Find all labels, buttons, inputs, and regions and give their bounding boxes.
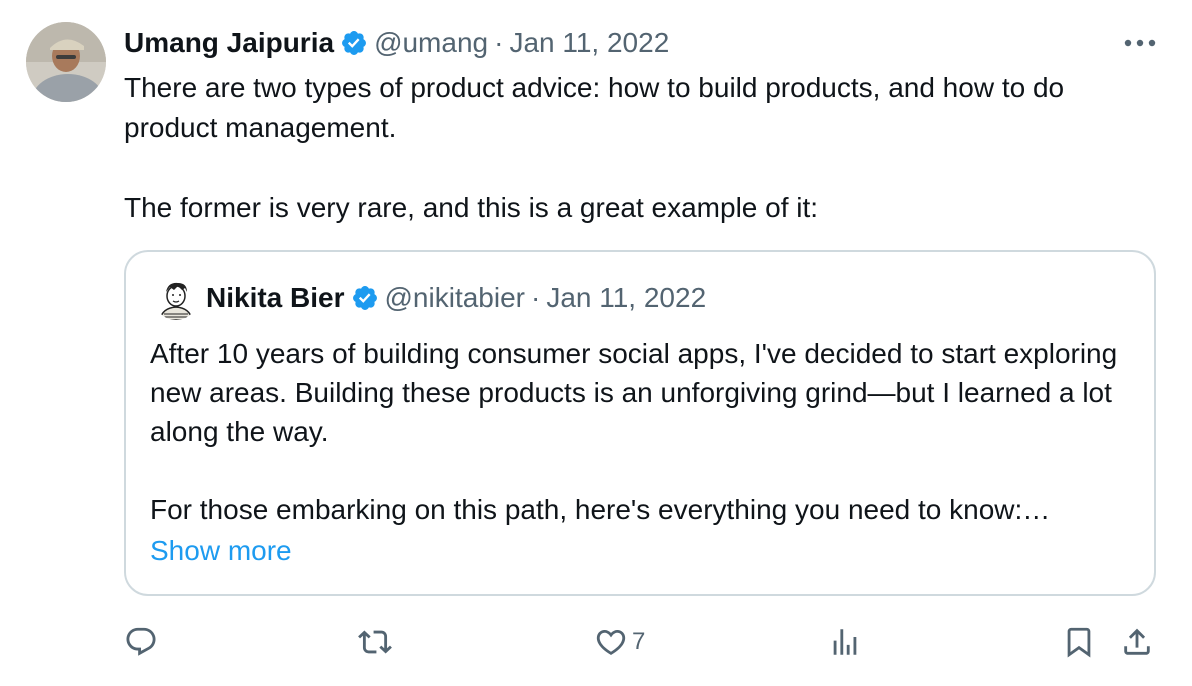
quoted-author-avatar[interactable] — [154, 276, 198, 320]
show-more-link[interactable]: Show more — [150, 535, 292, 567]
like-button[interactable]: 7 — [594, 620, 645, 664]
share-icon — [1124, 628, 1150, 655]
quoted-verified-badge-icon[interactable] — [351, 284, 379, 312]
tweet-text: There are two types of product advice: h… — [124, 72, 1065, 223]
bookmark-button[interactable] — [1062, 620, 1096, 664]
author-photo — [26, 22, 106, 102]
quoted-author-avatar-drawing — [154, 276, 198, 320]
separator-dot: · — [494, 27, 504, 58]
like-count: 7 — [632, 628, 646, 655]
author-name[interactable]: Umang Jaipuria — [124, 27, 334, 59]
reply-icon — [126, 627, 156, 656]
bookmark-icon — [1067, 627, 1091, 658]
author-avatar[interactable] — [26, 22, 106, 102]
quoted-author-handle[interactable]: @nikitabier — [385, 282, 525, 314]
more-options-button[interactable] — [1122, 32, 1158, 54]
quoted-separator-dot: · — [530, 282, 541, 313]
author-handle[interactable]: @umang — [374, 27, 488, 59]
views-icon — [833, 629, 857, 655]
quoted-tweet-date[interactable]: Jan 11, 2022 — [546, 282, 706, 314]
retweet-button[interactable] — [358, 620, 392, 664]
reply-button[interactable] — [124, 620, 158, 664]
quoted-tweet-card[interactable]: Nikita Bier @nikitabier · Jan 11, 2022 A… — [124, 250, 1156, 596]
quoted-author-name[interactable]: Nikita Bier — [206, 282, 345, 314]
share-button[interactable] — [1120, 620, 1154, 664]
tweet-date[interactable]: Jan 11, 2022 — [509, 27, 669, 59]
tweet-header: Umang Jaipuria @umang · Jan 11, 2022 — [124, 24, 669, 62]
verified-badge-icon[interactable] — [340, 29, 368, 57]
heart-icon — [596, 629, 626, 655]
views-button[interactable] — [828, 620, 862, 664]
tweet-actions: 7 — [0, 620, 1192, 664]
retweet-icon — [358, 630, 392, 654]
quoted-tweet-text: After 10 years of building consumer soci… — [150, 338, 1118, 525]
quoted-tweet-header: Nikita Bier @nikitabier · Jan 11, 2022 — [154, 276, 706, 320]
more-icon — [1124, 39, 1156, 47]
